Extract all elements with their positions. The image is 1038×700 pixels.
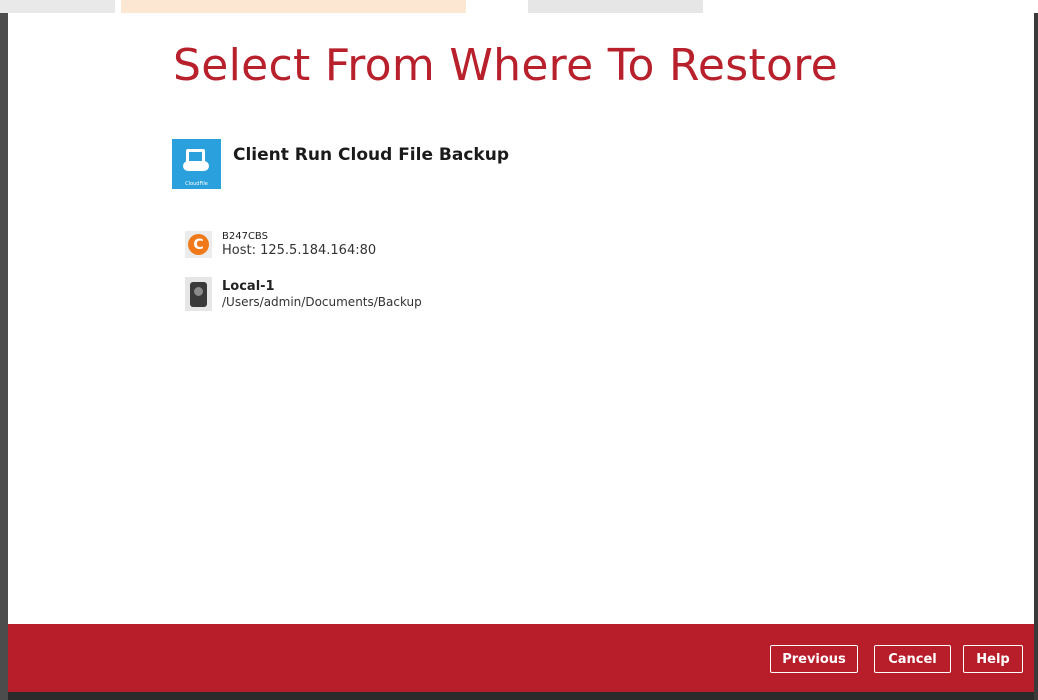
cloud-file-icon: CloudFile [172, 139, 221, 189]
page-title: Select From Where To Restore [173, 40, 839, 91]
help-button[interactable]: Help [963, 645, 1023, 673]
background-tabs [0, 0, 1038, 13]
destination-name: Local-1 [222, 279, 275, 294]
cbs-server-icon: C [185, 231, 212, 259]
local-disk-icon [185, 277, 212, 311]
destination-name: B247CBS [222, 231, 268, 242]
destination-detail: /Users/admin/Documents/Backup [222, 294, 422, 309]
cloud-file-icon-caption: CloudFile [185, 181, 208, 187]
destination-item-local-1[interactable]: Local-1 /Users/admin/Documents/Backup [185, 277, 422, 311]
background-tab [0, 0, 115, 13]
backup-set-name: Client Run Cloud File Backup [233, 145, 509, 165]
backup-set: CloudFile Client Run Cloud File Backup [172, 139, 509, 189]
background-tab [528, 0, 703, 13]
window-bottom-edge [8, 692, 1034, 700]
cancel-button[interactable]: Cancel [874, 645, 951, 673]
background-tab [121, 0, 466, 13]
restore-wizard-window: Select From Where To Restore CloudFile C… [0, 13, 1038, 700]
destination-item-b247cbs[interactable]: C B247CBS Host: 125.5.184.164:80 [185, 231, 376, 259]
wizard-footer: Previous Cancel Help [8, 624, 1034, 692]
destination-detail: Host: 125.5.184.164:80 [222, 243, 377, 258]
previous-button[interactable]: Previous [770, 645, 858, 673]
